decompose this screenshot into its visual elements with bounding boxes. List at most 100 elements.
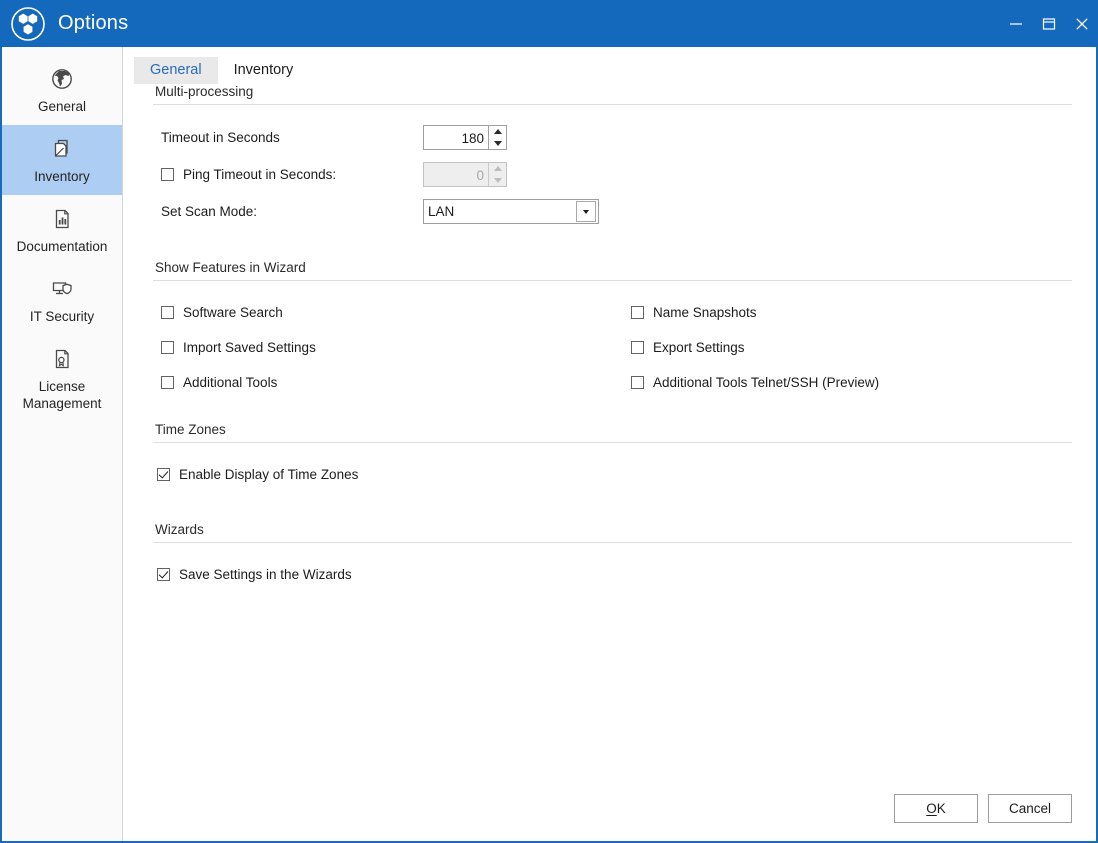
tab-general[interactable]: General (134, 57, 218, 84)
timeout-stepper[interactable]: 180 (423, 125, 507, 150)
timeout-value[interactable]: 180 (424, 126, 488, 149)
ping-timeout-label: Ping Timeout in Seconds: (183, 167, 337, 182)
globe-icon (6, 64, 118, 94)
time-zones-options: Enable Display of Time Zones (153, 457, 1072, 492)
scan-mode-select[interactable]: LAN (423, 199, 599, 224)
checkbox-enable-display-of-time-zones[interactable]: Enable Display of Time Zones (157, 457, 1072, 492)
checkbox-label: Additional Tools (183, 375, 278, 390)
import-saved-settings-checkbox[interactable] (161, 341, 174, 354)
window-title: Options (58, 12, 129, 34)
sidebar-item-inventory[interactable]: Inventory (2, 125, 122, 195)
checkbox-label: Additional Tools Telnet/SSH (Preview) (653, 375, 880, 390)
software-search-checkbox[interactable] (161, 306, 174, 319)
document-seal-icon (6, 344, 118, 374)
section-time-zones: Time Zones Enable Display of Time Zones (153, 422, 1072, 492)
sidebar-item-documentation[interactable]: Documentation (2, 195, 122, 265)
ok-label-rest: K (936, 800, 946, 816)
chevron-down-icon (493, 140, 502, 146)
chevron-down-icon (493, 177, 502, 183)
ping-timeout-value: 0 (476, 168, 484, 183)
enable-display-of-time-zones-checkbox[interactable] (157, 468, 170, 481)
ping-timeout-decrement-button (489, 175, 506, 187)
tab-inventory[interactable]: Inventory (218, 57, 310, 84)
checkbox-label: Software Search (183, 305, 283, 320)
checkbox-save-settings-in-the-wizards[interactable]: Save Settings in the Wizards (157, 557, 1072, 592)
scan-mode-dropdown-button[interactable] (576, 201, 596, 222)
checkbox-import-saved-settings[interactable]: Import Saved Settings (161, 330, 623, 365)
chevron-down-icon (583, 209, 589, 214)
title-bar: Options (0, 0, 1098, 47)
options-window: Options General Inventory Documentation … (0, 0, 1098, 843)
checkbox-additional-tools[interactable]: Additional Tools (161, 365, 623, 400)
sidebar-item-label: Inventory (34, 169, 90, 184)
chevron-up-icon (493, 129, 502, 135)
content-area: General Inventory Multi-processing Timeo… (123, 47, 1096, 841)
additional-tools-checkbox[interactable] (161, 376, 174, 389)
section-divider (153, 104, 1072, 105)
ok-accelerator: O (926, 800, 937, 816)
ping-timeout-checkbox[interactable] (161, 168, 174, 181)
ping-timeout-stepper: 0 (423, 162, 507, 187)
timeout-stepper-buttons (488, 126, 506, 149)
checkbox-label: Import Saved Settings (183, 340, 316, 355)
restore-button[interactable] (1032, 0, 1065, 47)
scan-mode-value: LAN (428, 204, 455, 219)
minimize-button[interactable] (999, 0, 1032, 47)
chevron-up-icon (493, 166, 502, 172)
document-chart-icon (6, 204, 118, 234)
sidebar-item-label: Documentation (16, 239, 108, 254)
scan-mode-label: Set Scan Mode: (161, 204, 258, 219)
sidebar-item-license-management[interactable]: License Management (2, 335, 122, 422)
documents-stack-icon (6, 134, 118, 164)
checkbox-label: Name Snapshots (653, 305, 757, 320)
additional-tools-telnet-ssh-checkbox[interactable] (631, 376, 644, 389)
timeout-decrement-button[interactable] (489, 138, 506, 150)
sidebar-item-label: General (37, 99, 87, 114)
sidebar: General Inventory Documentation IT Secur… (2, 47, 123, 841)
section-divider (153, 442, 1072, 443)
sidebar-item-general[interactable]: General (2, 55, 122, 125)
sidebar-item-label: License Management (22, 379, 102, 411)
timeout-label: Timeout in Seconds (161, 130, 280, 145)
three-hexagon-circle-logo-icon (10, 6, 46, 42)
window-controls (999, 0, 1098, 47)
ping-timeout-stepper-buttons (488, 163, 506, 186)
row-set-scan-mode: Set Scan Mode: LAN (153, 193, 1072, 230)
checkbox-export-settings[interactable]: Export Settings (631, 330, 1072, 365)
dialog-footer: OK Cancel (123, 775, 1096, 841)
features-columns: Software Search Import Saved Settings Ad… (153, 295, 1072, 400)
sidebar-item-label: IT Security (29, 309, 95, 324)
section-title: Show Features in Wizard (155, 260, 306, 275)
section-title: Multi-processing (155, 84, 254, 99)
checkbox-label: Save Settings in the Wizards (179, 567, 352, 582)
section-wizards: Wizards Save Settings in the Wizards (153, 522, 1072, 592)
section-divider (153, 542, 1072, 543)
name-snapshots-checkbox[interactable] (631, 306, 644, 319)
tab-strip: General Inventory (123, 47, 1096, 84)
checkbox-name-snapshots[interactable]: Name Snapshots (631, 295, 1072, 330)
export-settings-checkbox[interactable] (631, 341, 644, 354)
section-title: Time Zones (155, 422, 226, 437)
section-show-features-in-wizard: Show Features in Wizard Software Search … (153, 260, 1072, 400)
monitor-shield-icon (6, 274, 118, 304)
ping-timeout-label-group: Ping Timeout in Seconds: (153, 167, 423, 182)
cancel-button[interactable]: Cancel (988, 793, 1072, 823)
section-divider (153, 280, 1072, 281)
settings-panel: Multi-processing Timeout in Seconds 180 (123, 84, 1096, 775)
timeout-increment-button[interactable] (489, 126, 506, 138)
wizards-options: Save Settings in the Wizards (153, 557, 1072, 592)
ok-button[interactable]: OK (894, 793, 978, 823)
features-right-column: Name Snapshots Export Settings Additiona… (623, 295, 1072, 400)
sidebar-item-it-security[interactable]: IT Security (2, 265, 122, 335)
ping-timeout-increment-button (489, 163, 506, 175)
checkbox-label: Export Settings (653, 340, 745, 355)
save-settings-in-the-wizards-checkbox[interactable] (157, 568, 170, 581)
section-title: Wizards (155, 522, 204, 537)
close-button[interactable] (1065, 0, 1098, 47)
section-multi-processing: Multi-processing Timeout in Seconds 180 (153, 84, 1072, 230)
checkbox-label: Enable Display of Time Zones (179, 467, 359, 482)
checkbox-additional-tools-telnet-ssh[interactable]: Additional Tools Telnet/SSH (Preview) (631, 365, 1072, 400)
features-left-column: Software Search Import Saved Settings Ad… (153, 295, 623, 400)
row-timeout-in-seconds: Timeout in Seconds 180 (153, 119, 1072, 156)
checkbox-software-search[interactable]: Software Search (161, 295, 623, 330)
